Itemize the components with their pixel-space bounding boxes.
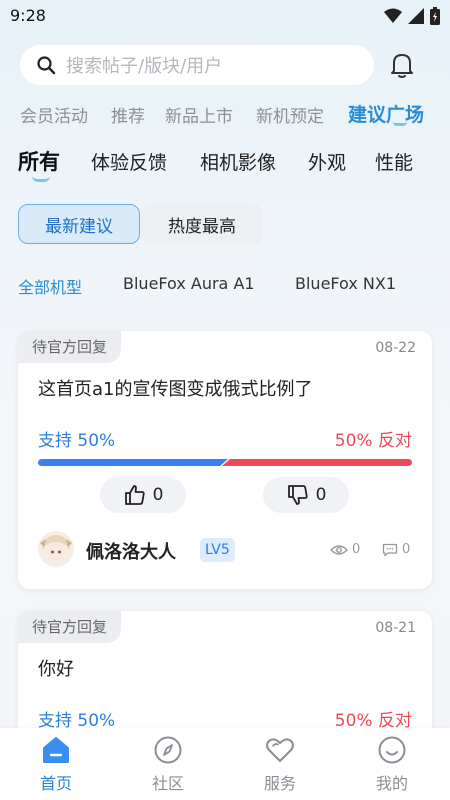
post-date: 08-21 [375, 620, 416, 636]
sort-hot-button[interactable]: 热度最高 [141, 204, 263, 244]
avatar[interactable] [38, 531, 74, 567]
bottom-tab-service-label: 服务 [263, 774, 296, 793]
thumbs-down-icon [287, 485, 308, 505]
vote-ratio-bar [38, 459, 412, 466]
top-nav-item-new-products[interactable]: 新品上市 [165, 102, 233, 127]
status-bar: 9:28 [0, 0, 450, 32]
top-nav-active-indicator [393, 122, 407, 126]
comment-icon [382, 543, 398, 556]
sort-latest-button[interactable]: 最新建议 [18, 204, 140, 244]
post-title: 这首页a1的宣传图变成俄式比例了 [38, 379, 313, 400]
model-filter-aura-a1[interactable]: BlueFox Aura A1 [123, 274, 255, 293]
category-active-indicator [32, 176, 50, 182]
comment-count-value: 0 [402, 542, 411, 557]
thumbs-up-icon [124, 485, 145, 505]
search-icon [37, 56, 56, 75]
tab-experience-feedback[interactable]: 体验反馈 [91, 148, 167, 175]
eye-icon [330, 544, 348, 555]
bottom-tab-mine-label: 我的 [375, 774, 408, 793]
tab-appearance[interactable]: 外观 [308, 148, 346, 175]
heart-icon [266, 738, 294, 762]
bottom-tab-mine[interactable]: 我的 [362, 734, 422, 794]
support-label: 支持 50% [38, 431, 116, 451]
view-count-value: 0 [352, 542, 361, 557]
top-nav-item-recommend[interactable]: 推荐 [111, 102, 145, 127]
comment-count: 0 [382, 542, 410, 557]
status-icons [384, 7, 440, 25]
top-nav-item-member-activity[interactable]: 会员活动 [20, 102, 88, 127]
status-time: 9:28 [10, 6, 46, 25]
smile-icon [378, 736, 406, 764]
bottom-tab-home-label: 首页 [39, 774, 72, 793]
post-date: 08-22 [375, 340, 416, 356]
bottom-tab-home[interactable]: 首页 [26, 734, 86, 794]
status-badge: 待官方回复 [18, 611, 122, 643]
post-title: 你好 [38, 659, 74, 680]
battery-icon [430, 7, 440, 25]
home-icon [43, 737, 69, 763]
model-filter: 全部机型 BlueFox Aura A1 BlueFox NX1 [18, 274, 438, 298]
level-badge: LV5 [200, 538, 235, 562]
wifi-icon [384, 8, 402, 23]
status-badge: 待官方回复 [18, 331, 122, 363]
top-nav-item-preorder[interactable]: 新机预定 [256, 102, 324, 127]
category-tabs: 所有 体验反馈 相机影像 外观 性能 [18, 142, 438, 182]
author-name[interactable]: 佩洛洛大人 [86, 538, 176, 564]
signal-icon [408, 8, 424, 24]
oppose-label: 50% 反对 [334, 431, 412, 451]
bottom-tab-community-label: 社区 [151, 774, 184, 793]
view-count: 0 [330, 542, 360, 557]
top-nav-item-suggestion-square[interactable]: 建议广场 [348, 100, 424, 127]
bottom-tab-service[interactable]: 服务 [250, 734, 310, 794]
tab-performance[interactable]: 性能 [375, 148, 413, 175]
search-bar[interactable]: 搜索帖子/版块/用户 [20, 45, 374, 85]
bottom-tab-bar: 首页 社区 服务 我的 [0, 728, 450, 800]
compass-icon [154, 736, 182, 764]
like-count: 0 [152, 485, 164, 505]
tab-camera-imaging[interactable]: 相机影像 [200, 148, 276, 175]
top-nav: 会员活动 推荐 新品上市 新机预定 建议广场 [20, 98, 440, 128]
bottom-tab-community[interactable]: 社区 [138, 734, 198, 794]
model-filter-nx1[interactable]: BlueFox NX1 [295, 274, 396, 293]
support-bar-segment [38, 459, 228, 466]
tab-all[interactable]: 所有 [18, 146, 60, 176]
dislike-count: 0 [315, 485, 327, 505]
post-card[interactable]: 待官方回复 08-22 这首页a1的宣传图变成俄式比例了 支持 50% 50% … [18, 331, 432, 589]
bell-icon[interactable] [388, 50, 416, 80]
search-placeholder: 搜索帖子/版块/用户 [66, 56, 223, 77]
dislike-button[interactable]: 0 [263, 477, 349, 513]
oppose-bar-segment [222, 459, 412, 466]
model-filter-all[interactable]: 全部机型 [18, 274, 82, 298]
like-button[interactable]: 0 [100, 477, 186, 513]
